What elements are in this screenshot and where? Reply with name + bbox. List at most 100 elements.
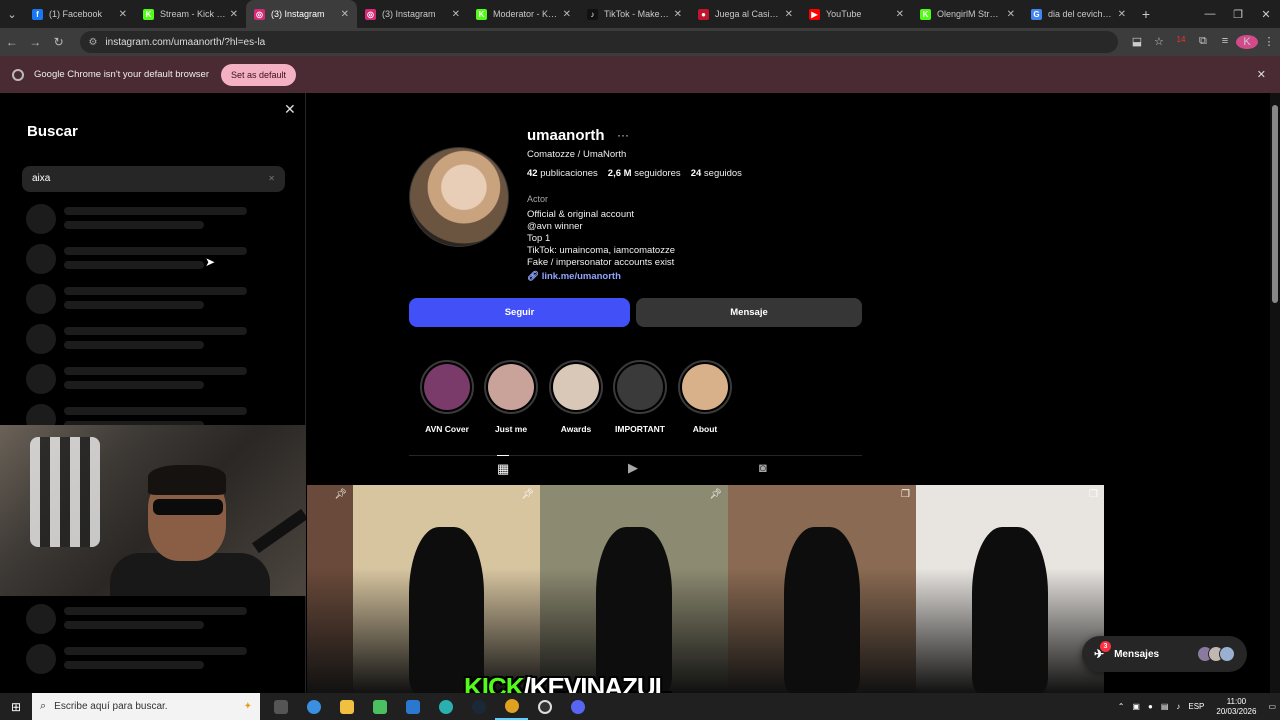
tab-close-icon[interactable]: ✕	[1118, 9, 1126, 20]
story-highlight[interactable]: About	[675, 360, 735, 434]
profile-avatar[interactable]: K	[1235, 35, 1258, 49]
scrollbar-thumb[interactable]	[1272, 105, 1278, 303]
messages-widget[interactable]: ✈ 3 Mensajes	[1082, 636, 1247, 672]
story-highlight[interactable]: Awards	[546, 360, 606, 434]
more-options-icon[interactable]: ···	[617, 128, 629, 142]
volume-icon[interactable]: ♪	[1176, 702, 1180, 711]
extension-badge[interactable]: 14	[1170, 35, 1192, 49]
notifications-icon[interactable]: ▭	[1268, 702, 1276, 711]
reload-icon[interactable]: ↻	[47, 35, 70, 49]
post-thumbnail[interactable]: 📌︎	[307, 485, 353, 693]
post-thumbnail[interactable]: 📌︎	[353, 485, 540, 693]
install-app-icon[interactable]: ⬓	[1126, 35, 1148, 49]
browser-tab[interactable]: K Stream - Kick Dashboard ✕	[135, 0, 246, 28]
tab-close-icon[interactable]: ✕	[452, 9, 460, 20]
browser-tab[interactable]: ● Juega al Casino Online ✕	[690, 0, 801, 28]
tab-close-icon[interactable]: ✕	[230, 9, 238, 20]
browser-tab[interactable]: f (1) Facebook ✕	[24, 0, 135, 28]
tiktok-icon: ♪	[587, 8, 598, 20]
search-panel: Buscar ✕ aixa ✕	[0, 93, 306, 693]
story-highlight[interactable]: IMPORTANT	[610, 360, 670, 434]
browser-tab[interactable]: Gdia del ceviche - Google ✕	[1023, 0, 1134, 28]
back-icon[interactable]: ←	[0, 35, 23, 49]
tab-search-icon[interactable]: ⌄	[0, 0, 24, 28]
infobar-close-icon[interactable]: ✕	[1257, 68, 1266, 81]
tab-close-icon[interactable]: ✕	[1007, 9, 1015, 20]
mail-icon[interactable]	[396, 693, 429, 720]
kick-icon: K	[476, 8, 487, 20]
tab-close-icon[interactable]: ✕	[896, 9, 904, 20]
tab-title: Juega al Casino Online	[715, 9, 781, 19]
store-icon[interactable]	[363, 693, 396, 720]
task-view-icon[interactable]	[264, 693, 297, 720]
steam-icon[interactable]	[462, 693, 495, 720]
menu-icon[interactable]: ⋮	[1258, 35, 1280, 49]
url-bar[interactable]: ⚙ instagram.com/umaanorth/?hl=es-la	[80, 31, 1118, 53]
mic-icon[interactable]: ●	[1148, 702, 1153, 711]
restore-icon[interactable]: ❐	[1224, 8, 1252, 21]
copilot-icon[interactable]	[297, 693, 330, 720]
set-default-button[interactable]: Set as default	[221, 63, 297, 86]
tray-chevron-icon[interactable]: ⌃	[1118, 702, 1125, 711]
tab-title: Moderator - Kick	[493, 9, 559, 19]
file-explorer-icon[interactable]	[330, 693, 363, 720]
pinned-icon: 📌︎	[521, 489, 534, 500]
profile-link[interactable]: 🔗︎ link.me/umanorth	[527, 271, 621, 282]
tab-close-icon[interactable]: ✕	[785, 9, 793, 20]
bookmark-star-icon[interactable]: ☆	[1148, 35, 1170, 49]
post-thumbnail[interactable]: 📌︎	[540, 485, 728, 693]
edge-icon[interactable]	[429, 693, 462, 720]
tab-close-icon[interactable]: ✕	[119, 9, 127, 20]
site-settings-icon[interactable]: ⚙	[88, 37, 97, 48]
clock[interactable]: 11:00 20/03/2026	[1212, 697, 1260, 717]
story-highlight[interactable]: AVN Cover	[417, 360, 477, 434]
scrollbar[interactable]	[1270, 93, 1280, 693]
tab-title: (1) Facebook	[49, 9, 103, 19]
reels-icon[interactable]: ▶︎	[628, 460, 638, 476]
avatar	[1219, 646, 1235, 662]
network-icon[interactable]: ▤	[1161, 702, 1169, 711]
close-icon[interactable]: ✕	[284, 101, 296, 118]
new-tab-button[interactable]: +	[1134, 6, 1158, 22]
search-input[interactable]: aixa ✕	[22, 166, 285, 192]
forward-icon[interactable]: →	[23, 35, 46, 49]
media-controls-icon[interactable]: ≡	[1214, 35, 1236, 49]
story-highlight[interactable]: Just me	[481, 360, 541, 434]
clear-search-icon[interactable]: ✕	[268, 166, 275, 192]
post-subject	[972, 526, 1048, 693]
discord-icon[interactable]	[561, 693, 594, 720]
tagged-icon[interactable]: ◙	[759, 460, 767, 475]
browser-tab[interactable]: ♪ TikTok - Make Your Day ✕	[579, 0, 690, 28]
copilot-sparkle-icon: ✦	[243, 701, 252, 712]
tab-close-icon[interactable]: ✕	[674, 9, 682, 20]
browser-tab[interactable]: ▶ YouTube ✕	[801, 0, 912, 28]
followers-stat[interactable]: 2,6 M seguidores	[608, 168, 681, 179]
camera-icon[interactable]: ▣	[1132, 702, 1140, 711]
tab-close-icon[interactable]: ✕	[563, 9, 571, 20]
browser-tab[interactable]: ◎ (3) Instagram ✕	[246, 0, 357, 28]
tab-title: TikTok - Make Your Day	[604, 9, 670, 19]
close-window-icon[interactable]: ✕	[1252, 8, 1280, 21]
chrome-taskbar-icon[interactable]	[495, 693, 528, 720]
post-thumbnail[interactable]: ❐	[916, 485, 1104, 693]
extensions-icon[interactable]: ⧉	[1192, 35, 1214, 49]
taskbar-search-input[interactable]: ⌕ Escribe aquí para buscar. ✦	[32, 693, 260, 720]
infobar-message: Google Chrome isn't your default browser	[34, 69, 210, 80]
profile-picture[interactable]	[409, 147, 509, 247]
follow-button[interactable]: Seguir	[409, 298, 630, 327]
taskbar-apps	[264, 693, 594, 720]
minimize-icon[interactable]: —	[1196, 8, 1224, 20]
post-thumbnail[interactable]: ❐	[728, 485, 916, 693]
browser-tab[interactable]: ◎ (3) Instagram ✕	[357, 0, 468, 28]
browser-tab[interactable]: K OlengirlM Stream ✕	[912, 0, 1023, 28]
tab-close-icon[interactable]: ✕	[341, 9, 349, 20]
posts-grid-icon[interactable]: ▦	[497, 455, 510, 477]
profile-subtitle: Comatozze / UmaNorth	[527, 149, 627, 160]
keyboard-layout[interactable]: ESP	[1188, 702, 1204, 711]
loading-result-placeholder	[26, 644, 286, 674]
message-button[interactable]: Mensaje	[636, 298, 862, 327]
browser-tab[interactable]: K Moderator - Kick ✕	[468, 0, 579, 28]
windows-start-icon[interactable]: ⊞	[0, 700, 32, 714]
obs-icon[interactable]	[528, 693, 561, 720]
following-stat[interactable]: 24 seguidos	[691, 168, 742, 179]
